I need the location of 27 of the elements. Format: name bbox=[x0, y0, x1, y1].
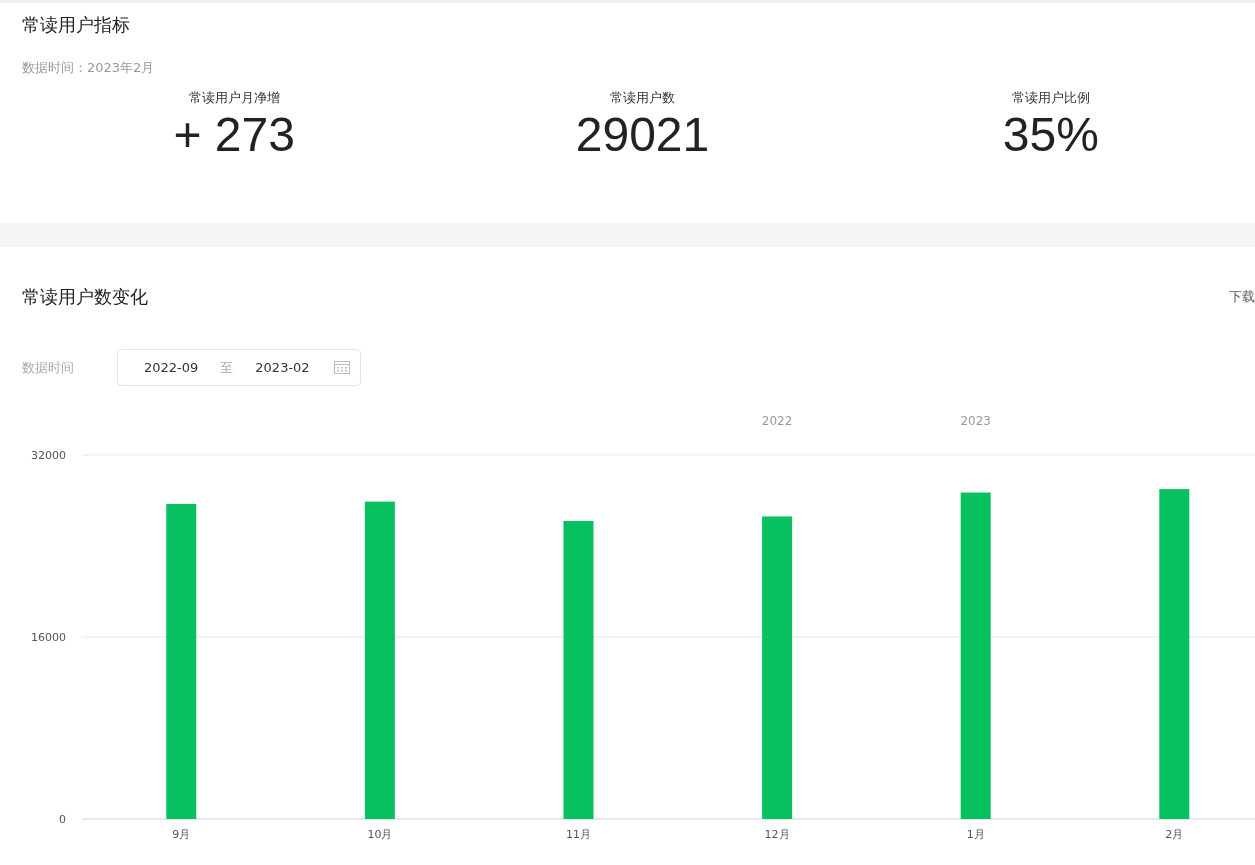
year-label: 2022 bbox=[761, 414, 793, 428]
range-separator: 至 bbox=[220, 358, 234, 377]
metric-label: 常读用户比例 bbox=[1011, 89, 1090, 107]
x-axis-label: 9月 bbox=[172, 828, 191, 841]
metric-label: 常读用户数 bbox=[610, 89, 675, 107]
metric-label: 常读用户月净增 bbox=[188, 89, 280, 107]
download-link[interactable]: 下载 bbox=[1229, 288, 1255, 306]
x-axis-label: 12月 bbox=[764, 828, 790, 841]
year-label: 2023 bbox=[960, 414, 991, 428]
metric-value: + 273 bbox=[173, 109, 295, 162]
date-range-picker[interactable]: 2022-09 至 2023-02 bbox=[117, 349, 361, 386]
x-axis-label: 10月 bbox=[367, 828, 393, 841]
x-axis-label: 1月 bbox=[966, 828, 985, 841]
y-axis-label: 16000 bbox=[31, 631, 66, 644]
filter-label: 数据时间 bbox=[22, 358, 75, 377]
section-title: 常读用户指标 bbox=[22, 13, 131, 37]
metric-value: 35% bbox=[1002, 109, 1099, 162]
x-axis-label: 2月 bbox=[1165, 828, 1184, 841]
y-axis-label: 32000 bbox=[31, 449, 66, 462]
y-axis-label: 0 bbox=[59, 813, 66, 826]
section-title: 常读用户数变化 bbox=[22, 285, 148, 309]
end-date: 2023-02 bbox=[255, 360, 310, 375]
start-date: 2022-09 bbox=[144, 360, 199, 375]
data-time: 数据时间：2023年2月 bbox=[22, 59, 156, 77]
calendar-icon bbox=[334, 361, 350, 374]
x-axis-label: 11月 bbox=[566, 828, 591, 841]
metric-value: 29021 bbox=[575, 109, 710, 162]
